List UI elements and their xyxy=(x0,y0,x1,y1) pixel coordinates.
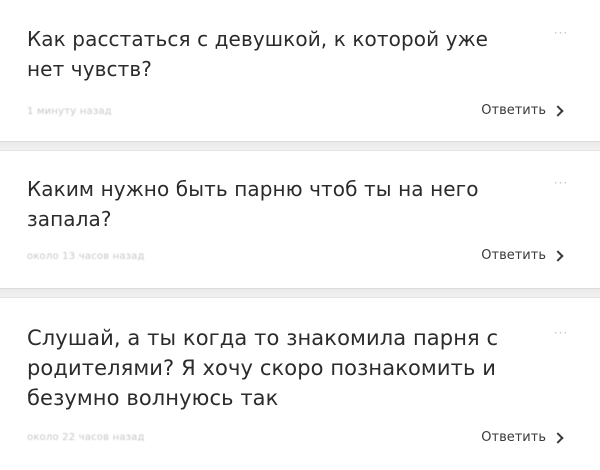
question-text[interactable]: Слушай, а ты когда то знакомила парня с … xyxy=(27,323,527,413)
more-options-icon[interactable]: ··· xyxy=(550,177,572,189)
question-text[interactable]: Каким нужно быть парню чтоб ты на него з… xyxy=(27,174,527,234)
question-card[interactable]: Каким нужно быть парню чтоб ты на него з… xyxy=(0,151,600,288)
questions-feed: Как расстаться с девушкой, к которой уже… xyxy=(0,0,600,470)
reply-button[interactable]: Ответить xyxy=(481,248,564,264)
more-options-icon[interactable]: ··· xyxy=(550,327,572,339)
chevron-right-icon xyxy=(552,250,564,262)
question-text[interactable]: Как расстаться с девушкой, к которой уже… xyxy=(27,24,527,84)
card-divider xyxy=(0,288,600,298)
reply-button-label: Ответить xyxy=(481,103,546,118)
question-card[interactable]: Как расстаться с девушкой, к которой уже… xyxy=(0,0,600,141)
reply-button-label: Ответить xyxy=(481,430,546,445)
question-timestamp: 1 минуту назад xyxy=(27,106,112,117)
question-timestamp: около 22 часов назад xyxy=(27,432,145,443)
more-options-icon[interactable]: ··· xyxy=(550,27,572,39)
reply-button[interactable]: Ответить xyxy=(481,430,564,446)
reply-button-label: Ответить xyxy=(481,248,546,263)
question-timestamp: около 13 часов назад xyxy=(27,251,145,262)
chevron-right-icon xyxy=(552,432,564,444)
chevron-right-icon xyxy=(552,105,564,117)
reply-button[interactable]: Ответить xyxy=(481,103,564,119)
question-card[interactable]: Слушай, а ты когда то знакомила парня с … xyxy=(0,298,600,470)
card-divider xyxy=(0,141,600,151)
